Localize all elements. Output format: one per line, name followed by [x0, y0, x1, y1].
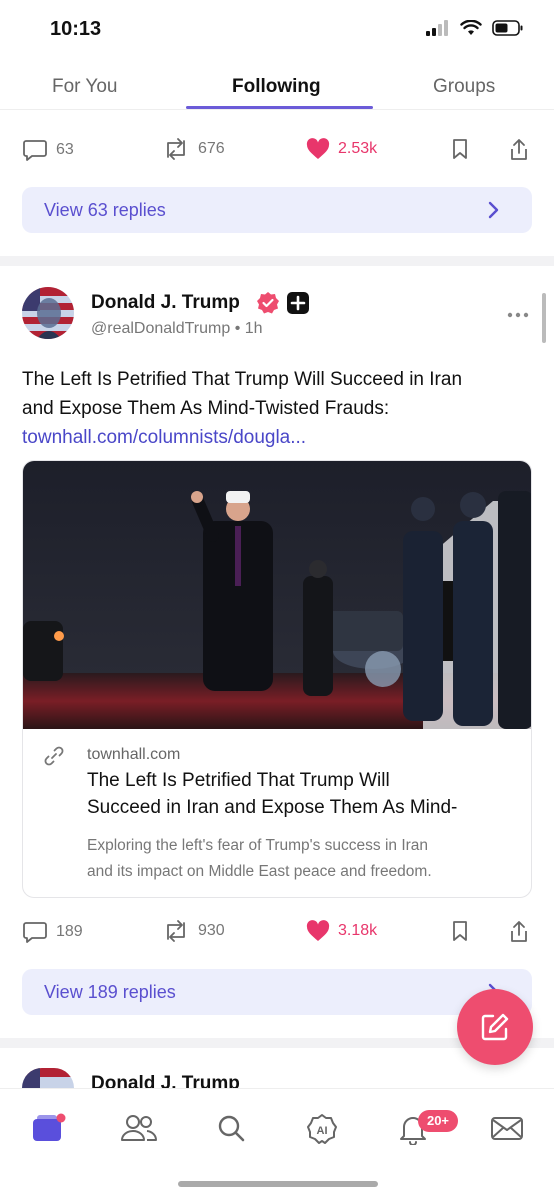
bookmark-button[interactable]	[451, 920, 469, 942]
link-icon	[43, 745, 65, 772]
repost-icon	[162, 138, 190, 160]
post-text-line: and Expose Them As Mind-Twisted Frauds:	[22, 398, 390, 419]
feed-tabs: For You Following Groups	[0, 60, 554, 110]
status-icons	[426, 19, 524, 41]
repost-count: 676	[198, 140, 225, 157]
active-tab-indicator	[186, 106, 373, 109]
heart-icon	[306, 138, 330, 160]
search-icon[interactable]	[216, 1113, 246, 1148]
scrollbar[interactable]	[542, 293, 546, 343]
post-author-name[interactable]: Donald J. Trump	[91, 1073, 240, 1088]
tab-groups[interactable]: Groups	[433, 76, 495, 98]
compose-button[interactable]	[457, 989, 533, 1065]
share-icon	[508, 920, 530, 944]
reply-button[interactable]: 189	[22, 920, 83, 944]
share-icon	[508, 138, 530, 162]
like-count: 2.53k	[338, 140, 378, 157]
share-button[interactable]	[508, 920, 530, 944]
tab-for-you[interactable]: For You	[52, 76, 118, 98]
reply-count: 63	[56, 141, 74, 158]
like-button[interactable]: 2.53k	[306, 138, 377, 160]
reply-button[interactable]: 63	[22, 138, 74, 162]
battery-icon	[492, 20, 524, 41]
more-dots-icon[interactable]	[507, 298, 529, 324]
repost-button[interactable]: 676	[162, 138, 225, 160]
wifi-icon	[460, 19, 482, 41]
add-follow-icon[interactable]	[287, 292, 309, 319]
link-title-line: Succeed in Iran and Expose Them As Mind-	[87, 797, 458, 818]
home-icon[interactable]	[32, 1113, 66, 1148]
post-author-name[interactable]: Donald J. Trump	[91, 292, 240, 314]
bookmark-icon	[451, 138, 469, 160]
like-button[interactable]: 3.18k	[306, 920, 377, 942]
people-icon[interactable]	[120, 1113, 158, 1148]
comment-icon	[22, 138, 48, 162]
status-time: 10:13	[50, 18, 102, 40]
avatar[interactable]	[22, 287, 74, 339]
status-bar: 10:13	[0, 0, 554, 60]
mail-icon[interactable]	[490, 1113, 524, 1148]
chevron-right-icon	[488, 201, 500, 224]
repost-count: 930	[198, 922, 225, 939]
link-description: Exploring the left's fear of Trump's suc…	[87, 833, 517, 885]
link-description-line: Exploring the left's fear of Trump's suc…	[87, 837, 429, 854]
link-title-line: The Left Is Petrified That Trump Will	[87, 770, 390, 791]
bookmark-icon	[451, 920, 469, 942]
post-handle: @realDonaldTrump • 1h	[91, 320, 263, 337]
share-button[interactable]	[508, 138, 530, 162]
view-replies-label: View 63 replies	[44, 200, 166, 220]
repost-button[interactable]: 930	[162, 920, 225, 942]
post-text-line: The Left Is Petrified That Trump Will Su…	[22, 369, 463, 390]
view-replies-button[interactable]: View 189 replies	[22, 969, 532, 1015]
home-indicator[interactable]	[178, 1181, 378, 1187]
link-preview-image	[23, 461, 531, 729]
link-description-line: and its impact on Middle East peace and …	[87, 863, 432, 880]
bookmark-button[interactable]	[451, 138, 469, 160]
link-title: The Left Is Petrified That Trump Will Su…	[87, 767, 517, 821]
repost-icon	[162, 920, 190, 942]
reply-count: 189	[56, 923, 83, 940]
tab-following[interactable]: Following	[232, 76, 321, 98]
notification-badge: 20+	[418, 1110, 458, 1132]
post-actions: 189 930 3.18k	[0, 920, 554, 950]
ai-icon[interactable]: AI	[306, 1113, 338, 1150]
like-count: 3.18k	[338, 922, 378, 939]
view-replies-button[interactable]: View 63 replies	[22, 187, 532, 233]
post-link[interactable]: townhall.com/columnists/dougla...	[22, 423, 532, 452]
view-replies-label: View 189 replies	[44, 982, 176, 1002]
heart-icon	[306, 920, 330, 942]
verified-badge-icon	[256, 291, 280, 320]
prev-post-actions: 63 676 2.53k	[0, 138, 554, 168]
post-divider	[0, 256, 554, 266]
post-body: The Left Is Petrified That Trump Will Su…	[22, 365, 532, 452]
avatar[interactable]	[22, 1068, 74, 1088]
link-domain: townhall.com	[87, 746, 181, 763]
link-preview-card[interactable]: townhall.com The Left Is Petrified That …	[22, 460, 532, 898]
svg-text:AI: AI	[317, 1125, 328, 1137]
cellular-signal-icon	[426, 20, 450, 41]
next-post-header: Donald J. Trump	[91, 1073, 240, 1088]
comment-icon	[22, 920, 48, 944]
